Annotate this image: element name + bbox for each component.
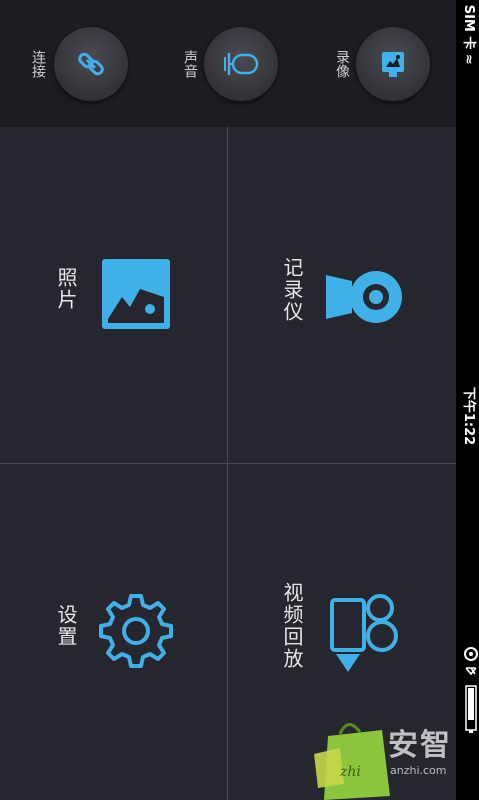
sound-button[interactable] xyxy=(204,27,278,101)
video-record-icon xyxy=(382,52,404,77)
link-icon xyxy=(78,52,104,76)
status-time: 下午1:22 xyxy=(461,386,476,446)
location-icon xyxy=(464,647,478,661)
tile-video-playback-label: 视频回放 xyxy=(280,582,304,670)
microphone-icon xyxy=(224,53,259,75)
status-icons xyxy=(457,631,479,771)
webcam-icon xyxy=(326,271,402,323)
record-video-label: 录像 xyxy=(334,50,350,78)
video-camera-icon xyxy=(330,594,398,672)
sound-label: 声音 xyxy=(182,50,198,78)
status-icons-svg xyxy=(464,647,478,733)
connect-button[interactable] xyxy=(54,27,128,101)
tile-recorder[interactable]: 记录仪 xyxy=(228,127,455,463)
connect-label: 连接 xyxy=(30,50,46,78)
watermark-subtext: anzhi.com xyxy=(390,764,447,777)
battery-icon xyxy=(465,685,477,733)
status-bar: 无 SIM 卡 ≈ 下午1:22 xyxy=(456,0,479,800)
record-video-button[interactable] xyxy=(356,27,430,101)
gear-icon xyxy=(99,594,173,668)
watermark-text: 安智 xyxy=(388,728,452,763)
shopping-bag-logo-icon: zhi xyxy=(314,723,390,800)
image-icon xyxy=(102,259,170,329)
app-screen: 无 SIM 卡 ≈ 下午1:22 录像 声音 连接 记录仪 照片 视频回放 设置… xyxy=(0,0,479,800)
tile-recorder-label: 记录仪 xyxy=(280,257,304,323)
toolbar: 录像 声音 连接 xyxy=(0,0,456,127)
status-carrier: 无 SIM 卡 ≈ xyxy=(461,0,476,65)
bluetooth-icon xyxy=(465,667,477,676)
svg-text:zhi: zhi xyxy=(339,764,361,780)
tile-settings[interactable]: 设置 xyxy=(0,464,227,800)
tile-settings-label: 设置 xyxy=(54,604,78,648)
main-grid: 记录仪 照片 视频回放 设置 xyxy=(0,127,456,800)
tile-photos-label: 照片 xyxy=(54,267,78,311)
tile-photos[interactable]: 照片 xyxy=(0,127,227,463)
watermark: zhi 安智 anzhi.com xyxy=(310,712,456,800)
